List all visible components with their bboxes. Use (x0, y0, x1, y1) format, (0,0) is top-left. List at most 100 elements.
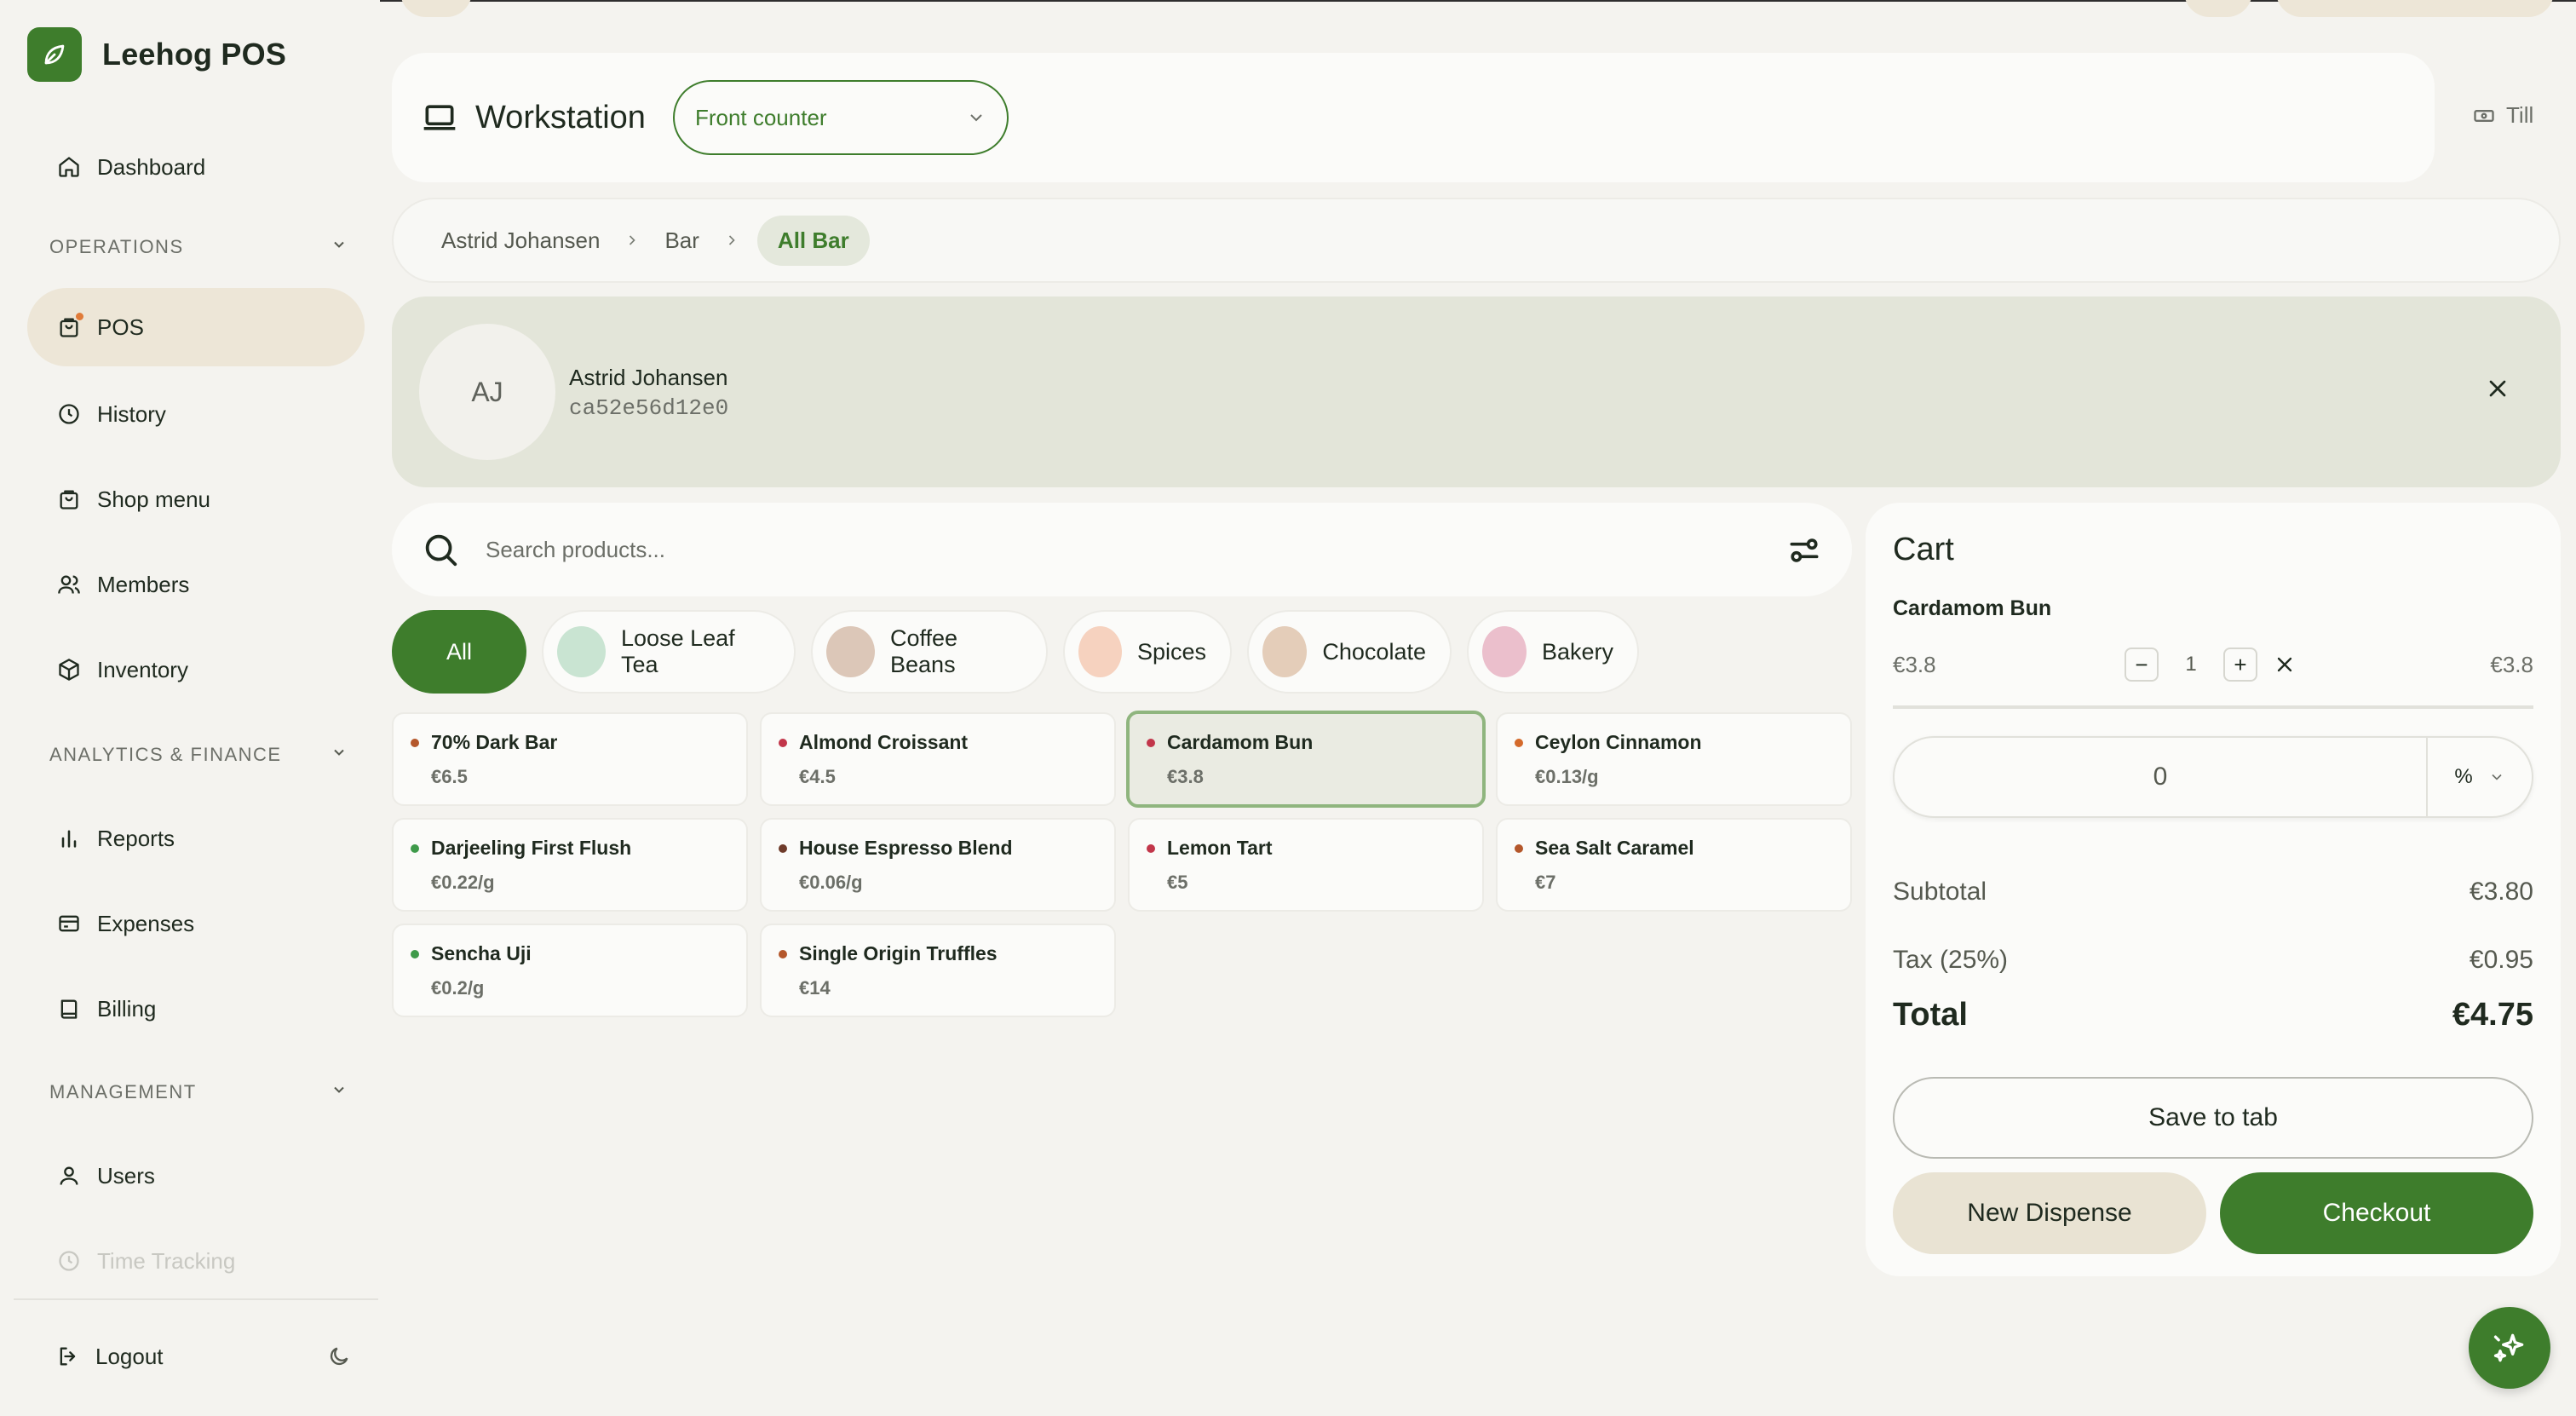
book-icon (56, 996, 82, 1022)
sidebar-item-expenses[interactable]: Expenses (27, 884, 365, 963)
workstation-select[interactable]: Front counter (672, 80, 1009, 155)
sidebar-item-dashboard[interactable]: Dashboard (27, 128, 365, 206)
sidebar-item-inventory[interactable]: Inventory (27, 630, 365, 709)
category-swatch (826, 626, 876, 677)
moon-icon[interactable] (327, 1344, 351, 1368)
sidebar-item-history[interactable]: History (27, 375, 365, 453)
category-chip[interactable]: Loose Leaf Tea (542, 610, 796, 694)
product-dot (779, 843, 787, 853)
ai-assistant-button[interactable] (2469, 1307, 2550, 1389)
checkout-button[interactable]: Checkout (2220, 1172, 2533, 1254)
sidebar-item-shop-menu[interactable]: Shop menu (27, 460, 365, 538)
category-label: Coffee Beans (890, 625, 958, 677)
category-chip[interactable]: Spices (1063, 610, 1232, 694)
category-chip[interactable]: Chocolate (1247, 610, 1452, 694)
new-dispense-button[interactable]: New Dispense (1893, 1172, 2206, 1254)
category-all[interactable]: All (392, 610, 526, 694)
category-chip[interactable]: Bakery (1467, 610, 1639, 694)
save-to-tab-button[interactable]: Save to tab (1893, 1077, 2533, 1159)
brand[interactable]: Leehog POS (27, 27, 286, 82)
workstation-label: Workstation (475, 99, 646, 135)
product-price: €6.5 (431, 766, 468, 787)
product-price: €7 (1535, 872, 1556, 893)
filter-sliders-icon[interactable] (1785, 532, 1823, 569)
breadcrumb: Astrid Johansen Bar All Bar (392, 198, 2561, 283)
clock-icon (56, 1248, 82, 1274)
category-chip[interactable]: Coffee Beans (811, 610, 1048, 694)
product-price: €4.5 (799, 766, 836, 787)
product-card[interactable]: Sencha Uji €0.2/g (392, 924, 748, 1017)
users-icon (56, 572, 82, 597)
product-name: Cardamom Bun (1167, 731, 1314, 753)
sidebar-item-users[interactable]: Users (27, 1137, 365, 1215)
product-dot (1515, 738, 1523, 747)
remove-item-icon[interactable] (2273, 653, 2297, 676)
subtotal-row: Subtotal €3.80 (1893, 878, 2533, 907)
sidebar-divider (14, 1298, 378, 1300)
total-label: Total (1893, 997, 1968, 1033)
sidebar-item-label: Shop menu (97, 486, 210, 512)
product-dot (411, 738, 419, 747)
search-input[interactable] (486, 536, 1729, 563)
till-button[interactable]: Till (2472, 102, 2533, 129)
clock-icon (56, 401, 82, 427)
home-icon (56, 154, 82, 180)
shopping-bag-icon (56, 486, 82, 512)
product-card[interactable]: 70% Dark Bar €6.5 (392, 712, 748, 806)
breadcrumb-item[interactable]: Astrid Johansen (441, 227, 600, 254)
discount-unit-select[interactable]: % (2426, 738, 2532, 816)
breadcrumb-active[interactable]: All Bar (756, 215, 870, 266)
product-card[interactable]: Almond Croissant €4.5 (760, 712, 1116, 806)
top-edge-shape (2276, 0, 2554, 17)
product-dot (1147, 738, 1155, 747)
cart-title: Cart (1893, 532, 1954, 567)
member-card: AJ Astrid Johansen ca52e56d12e0 (392, 296, 2561, 487)
search-icon (421, 530, 460, 569)
product-dot (1515, 843, 1523, 853)
section-analytics-finance[interactable]: ANALYTICS & FINANCE (49, 738, 348, 772)
sidebar-item-time-tracking[interactable]: Time Tracking (27, 1222, 365, 1300)
section-management[interactable]: MANAGEMENT (49, 1075, 348, 1109)
quantity-increase-button[interactable]: + (2223, 648, 2257, 682)
product-card[interactable]: House Espresso Blend €0.06/g (760, 818, 1116, 912)
quantity-decrease-button[interactable]: − (2125, 648, 2159, 682)
subtotal-label: Subtotal (1893, 878, 1987, 906)
product-card-selected[interactable]: Cardamom Bun €3.8 (1126, 711, 1486, 808)
workstation-title: Workstation (421, 99, 646, 136)
workstation-select-value: Front counter (694, 104, 827, 130)
product-name: Ceylon Cinnamon (1535, 731, 1702, 753)
top-edge-shape (400, 0, 472, 17)
chevron-down-icon (331, 236, 348, 258)
breadcrumb-item[interactable]: Bar (664, 227, 699, 254)
product-dot (411, 843, 419, 853)
logout-button[interactable]: Logout (56, 1344, 164, 1370)
sidebar-item-pos[interactable]: POS (27, 288, 365, 366)
product-price: €0.13/g (1535, 766, 1599, 787)
cart-line-total: €3.8 (2490, 651, 2533, 677)
sparkles-icon (2491, 1329, 2528, 1367)
bar-chart-icon (56, 826, 82, 851)
category-swatch (557, 626, 607, 677)
sidebar-item-label: History (97, 400, 166, 427)
product-dot (779, 949, 787, 958)
close-icon[interactable] (2484, 375, 2511, 402)
product-name: 70% Dark Bar (431, 731, 558, 753)
sidebar-item-label: Members (97, 571, 190, 597)
discount-field: 0 % (1893, 736, 2533, 818)
sidebar-item-reports[interactable]: Reports (27, 799, 365, 878)
product-card[interactable]: Ceylon Cinnamon €0.13/g (1496, 712, 1852, 806)
discount-input[interactable]: 0 (1895, 738, 2426, 816)
product-card[interactable]: Lemon Tart €5 (1128, 818, 1484, 912)
section-label: MANAGEMENT (49, 1081, 197, 1102)
chevron-down-icon (966, 107, 986, 128)
quantity-value: 1 (2185, 653, 2197, 676)
logout-label: Logout (95, 1343, 164, 1369)
product-card[interactable]: Darjeeling First Flush €0.22/g (392, 818, 748, 912)
section-operations[interactable]: OPERATIONS (49, 230, 348, 264)
sidebar-item-label: Time Tracking (97, 1247, 236, 1274)
product-card[interactable]: Single Origin Truffles €14 (760, 924, 1116, 1017)
sidebar-item-members[interactable]: Members (27, 545, 365, 624)
sidebar-item-billing[interactable]: Billing (27, 970, 365, 1048)
sidebar-item-label: Dashboard (97, 153, 206, 180)
product-card[interactable]: Sea Salt Caramel €7 (1496, 818, 1852, 912)
